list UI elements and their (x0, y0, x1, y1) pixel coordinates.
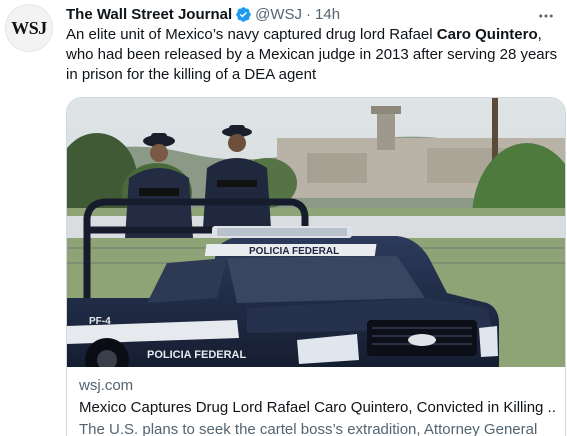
separator-dot: · (306, 5, 312, 23)
author-name[interactable]: The Wall Street Journal (66, 6, 232, 23)
card-domain: wsj.com (79, 377, 134, 394)
more-options-icon[interactable] (537, 7, 555, 25)
verified-badge-icon (235, 6, 252, 23)
plate-lettering: PF-4 (89, 316, 111, 327)
tweet-header: The Wall Street Journal @WSJ · 14h (66, 4, 340, 24)
avatar-logo-text: WSJ (11, 17, 47, 38)
tweet-text-part-1: An elite unit of Mexico’s navy captured … (66, 26, 437, 43)
link-preview-card[interactable]: POLICIA FEDERAL POLICIA FEDERAL PF-4 wsj… (66, 97, 566, 436)
card-image[interactable]: POLICIA FEDERAL POLICIA FEDERAL PF-4 (67, 98, 565, 367)
card-description: The U.S. plans to seek the cartel boss’s… (79, 421, 538, 436)
tweet-text-bold-name: Caro Quintero (436, 26, 538, 43)
tweet-timestamp[interactable]: 14h (315, 6, 340, 23)
door-lettering: POLICIA FEDERAL (147, 349, 246, 361)
tweet-text: An elite unit of Mexico’s navy captured … (66, 25, 564, 85)
author-handle[interactable]: @WSJ (255, 6, 302, 23)
card-title[interactable]: Mexico Captures Drug Lord Rafael Caro Qu… (79, 399, 555, 416)
author-avatar[interactable]: WSJ (5, 4, 53, 52)
roof-lettering: POLICIA FEDERAL (249, 246, 339, 257)
